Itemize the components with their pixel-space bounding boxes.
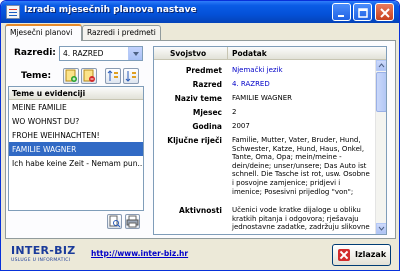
property-value: FAMILIE WAGNER <box>232 94 293 102</box>
company-logo: INTER-BIZ USLUGE U INFORMATICI <box>11 244 76 263</box>
preview-icon <box>109 215 121 228</box>
close-icon <box>380 8 390 18</box>
preview-button[interactable] <box>107 214 122 229</box>
list-header: Teme u evidenciji <box>9 87 143 100</box>
property-key: Godina <box>192 122 222 131</box>
tab-mjesecni-planovi[interactable]: Mjesečni planovi <box>5 24 82 41</box>
list-item[interactable]: Ich habe keine Zeit - Nemam pun... <box>9 156 143 170</box>
add-theme-button[interactable] <box>63 68 79 84</box>
razredi-selected-value: 4. RAZRED <box>63 49 104 58</box>
scrollbar-thumb[interactable] <box>376 72 386 112</box>
logo-text: INTER-BIZ <box>11 244 76 257</box>
sort-ascending-icon <box>107 70 118 81</box>
print-button[interactable] <box>125 214 140 229</box>
remove-theme-button[interactable] <box>81 68 97 84</box>
column-header-svojstvo[interactable]: Svojstvo <box>170 49 206 58</box>
teme-list[interactable]: Teme u evidenciji MEINE FAMILIE WO WOHNS… <box>8 86 144 211</box>
exit-button[interactable]: Izlazak <box>332 244 391 266</box>
property-key: Ključne riječi <box>167 136 222 145</box>
maximize-button[interactable] <box>353 3 372 21</box>
razredi-select[interactable]: 4. RAZRED <box>59 46 143 61</box>
chevron-down-icon[interactable] <box>128 47 142 60</box>
minimize-button[interactable] <box>332 3 351 21</box>
property-value: Familie, Mutter, Vater, Bruder, Hund, Sc… <box>232 136 370 196</box>
website-link[interactable]: http://www.inter-biz.hr <box>91 249 188 258</box>
property-key: Mjesec <box>192 108 222 117</box>
list-item-selected[interactable]: FAMILIE WAGNER <box>9 142 143 156</box>
chevron-down-icon <box>378 226 385 231</box>
property-value: 2007 <box>232 122 250 130</box>
sort-descending-icon <box>125 71 136 82</box>
property-value: 4. RAZRED <box>232 80 270 88</box>
grid-body[interactable]: Predmet Njemački jezik Razred 4. RAZRED … <box>154 60 376 234</box>
logo-subtitle: USLUGE U INFORMATICI <box>11 258 71 263</box>
printer-icon <box>126 215 139 228</box>
tab-label: Razredi i predmeti <box>87 28 156 37</box>
property-value: Učenici vode kratke dijaloge u obliku kr… <box>232 206 370 232</box>
list-item[interactable]: WO WOHNST DU? <box>9 114 143 128</box>
app-window: Izrada mjesečnih planova nastave Mjesečn… <box>0 0 400 271</box>
column-divider[interactable] <box>227 47 228 60</box>
property-value: Njemački jezik <box>232 66 283 74</box>
list-item[interactable]: FROHE WEIHNACHTEN! <box>9 128 143 142</box>
teme-label: Teme: <box>21 71 52 81</box>
window-title: Izrada mjesečnih planova nastave <box>24 5 197 15</box>
maximize-icon <box>358 8 368 18</box>
property-value: 2 <box>232 108 237 116</box>
exit-label: Izlazak <box>355 250 387 259</box>
scroll-down-button[interactable] <box>376 223 386 234</box>
app-icon <box>6 5 20 19</box>
property-key: Aktivnosti <box>179 206 222 215</box>
tab-label: Mjesečni planovi <box>10 28 73 37</box>
sort-descending-button[interactable] <box>123 68 139 84</box>
add-document-icon <box>65 69 77 82</box>
vertical-scrollbar[interactable] <box>375 60 386 234</box>
properties-grid: Svojstvo Podatak Predmet Njemački jezik … <box>153 46 387 235</box>
razredi-label: Razredi: <box>14 48 56 58</box>
close-icon <box>338 249 350 261</box>
remove-document-icon <box>83 69 95 82</box>
minimize-icon <box>338 15 344 17</box>
close-button[interactable] <box>375 3 394 21</box>
grid-header: Svojstvo Podatak <box>154 47 386 60</box>
property-key: Naziv teme <box>174 94 222 103</box>
chevron-up-icon <box>378 63 385 68</box>
title-bar: Izrada mjesečnih planova nastave <box>1 1 399 23</box>
list-item[interactable]: MEINE FAMILIE <box>9 100 143 114</box>
column-header-podatak[interactable]: Podatak <box>232 49 267 58</box>
property-key: Razred <box>192 80 222 89</box>
scroll-up-button[interactable] <box>376 60 386 71</box>
tab-razredi-i-predmeti[interactable]: Razredi i predmeti <box>82 25 161 40</box>
property-key: Predmet <box>185 66 222 75</box>
sort-ascending-button[interactable] <box>105 68 121 84</box>
